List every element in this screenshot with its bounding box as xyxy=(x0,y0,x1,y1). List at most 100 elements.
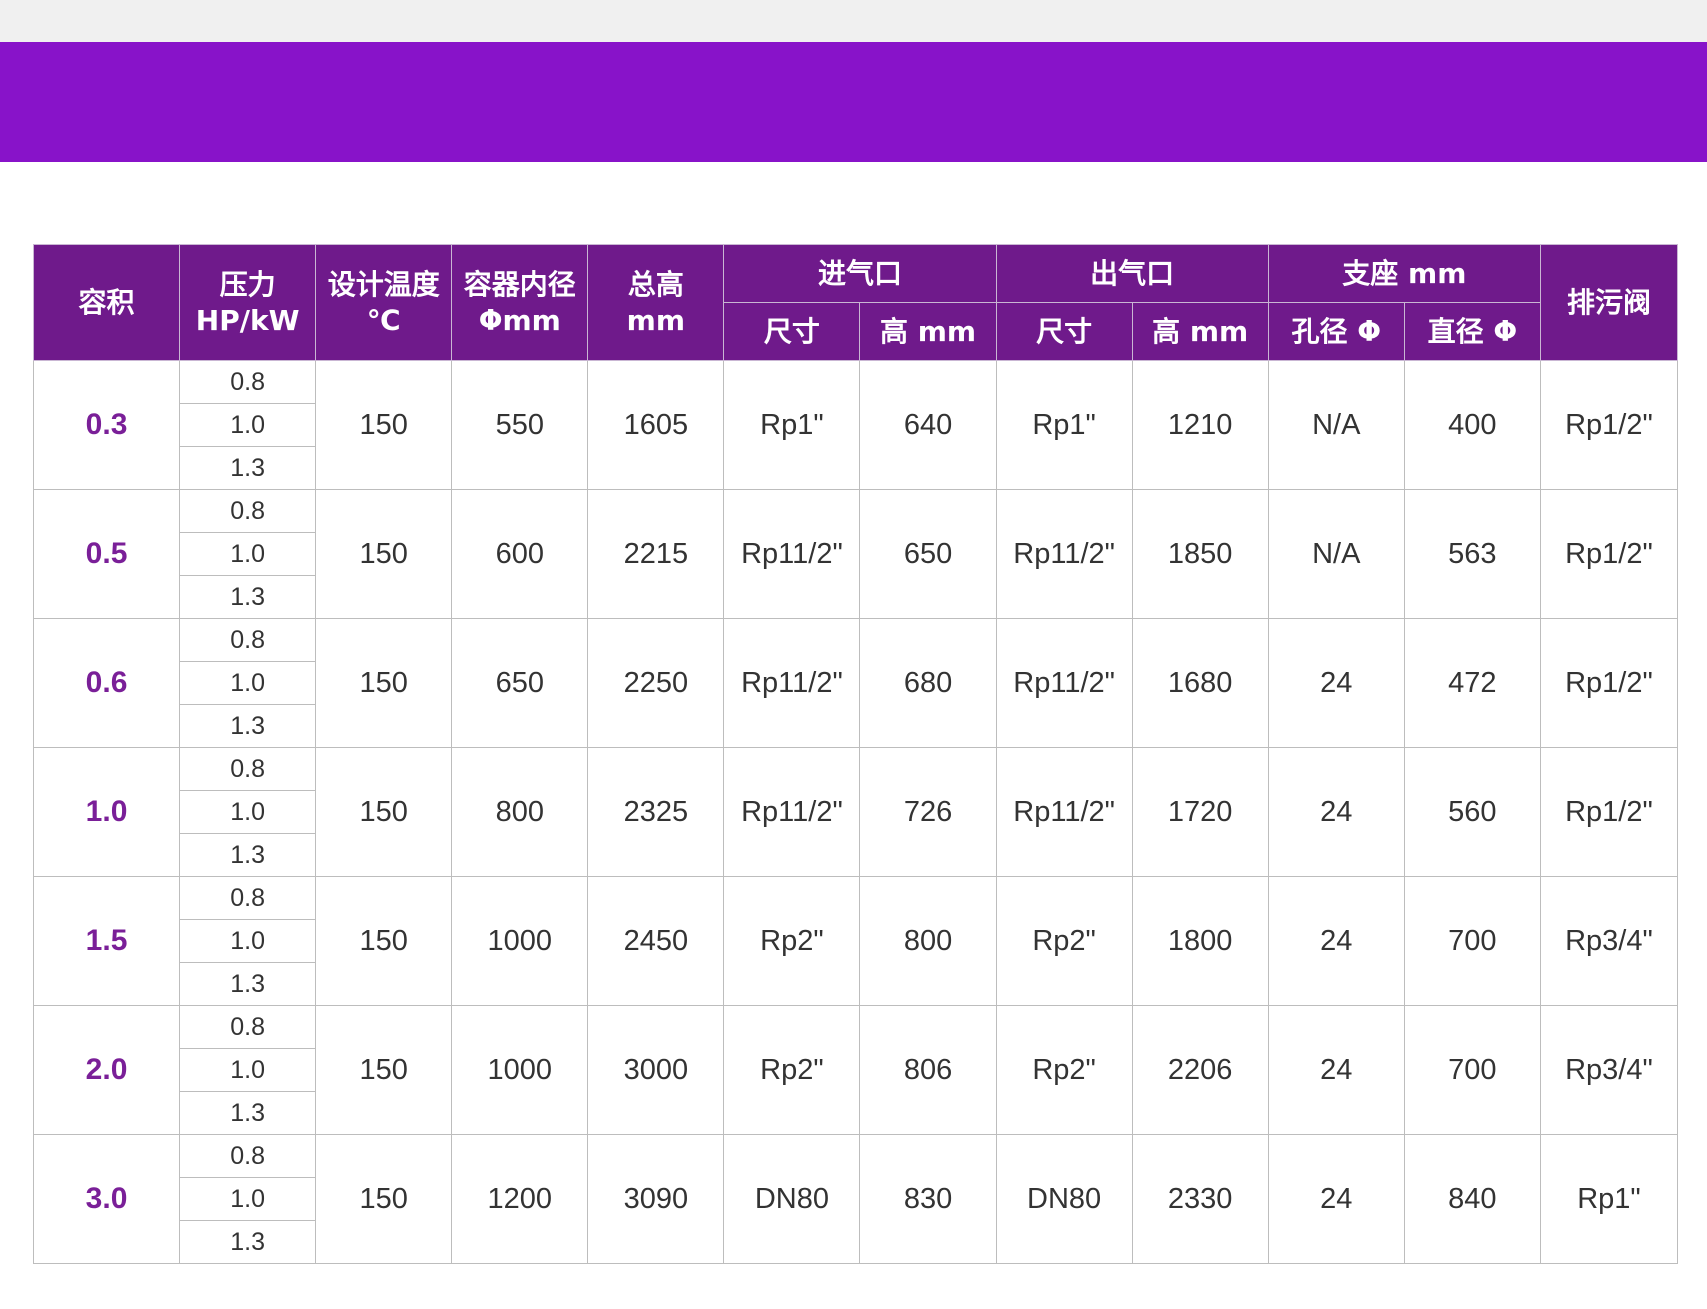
header-pressure-line2: HP/kW xyxy=(195,303,300,337)
cell-inlet-height: 830 xyxy=(859,1134,997,1264)
header-inlet-height: 高 mm xyxy=(859,302,997,361)
cell-height: 2325 xyxy=(587,747,725,877)
cell-drain: Rp1/2" xyxy=(1539,618,1679,748)
cell-inlet-size: Rp11/2" xyxy=(723,747,861,877)
cell-support-dia: 560 xyxy=(1403,747,1541,877)
cell-volume: 3.0 xyxy=(32,1134,181,1264)
cell-outlet-size: Rp2" xyxy=(995,876,1133,1006)
cell-pressure: 1.0 xyxy=(179,532,317,576)
cell-pressure: 0.8 xyxy=(179,360,317,404)
cell-pressure: 0.8 xyxy=(179,618,317,662)
cell-diameter: 1200 xyxy=(451,1134,589,1264)
cell-temp: 150 xyxy=(315,360,453,490)
cell-pressure: 1.0 xyxy=(179,790,317,834)
header-support-dia: 直径 Φ xyxy=(1403,302,1541,361)
cell-pressure: 1.3 xyxy=(179,1091,317,1135)
cell-drain: Rp1/2" xyxy=(1539,747,1679,877)
cell-outlet-height: 1720 xyxy=(1131,747,1269,877)
header-outlet-height: 高 mm xyxy=(1131,302,1269,361)
cell-support-dia: 700 xyxy=(1403,876,1541,1006)
cell-temp: 150 xyxy=(315,489,453,619)
cell-volume: 1.0 xyxy=(32,747,181,877)
cell-inlet-size: DN80 xyxy=(723,1134,861,1264)
cell-support-hole: 24 xyxy=(1267,618,1405,748)
cell-inlet-height: 680 xyxy=(859,618,997,748)
cell-support-dia: 840 xyxy=(1403,1134,1541,1264)
cell-pressure: 1.0 xyxy=(179,919,317,963)
header-outlet-size: 尺寸 xyxy=(995,302,1133,361)
table-body: 0.3 0.8 150 550 1605 Rp1" 640 Rp1" 1210 … xyxy=(32,360,1679,1264)
cell-pressure: 1.3 xyxy=(179,1220,317,1264)
cell-pressure: 1.3 xyxy=(179,704,317,748)
header-outlet: 出气口 xyxy=(995,244,1269,303)
cell-support-dia: 400 xyxy=(1403,360,1541,490)
cell-inlet-size: Rp2" xyxy=(723,1005,861,1135)
cell-support-hole: 24 xyxy=(1267,876,1405,1006)
cell-temp: 150 xyxy=(315,1005,453,1135)
cell-support-dia: 700 xyxy=(1403,1005,1541,1135)
cell-outlet-height: 1800 xyxy=(1131,876,1269,1006)
cell-diameter: 600 xyxy=(451,489,589,619)
header-temp: 设计温度 ℃ xyxy=(315,244,453,361)
table-row: 3.0 0.8 150 1200 3090 DN80 830 DN80 2330… xyxy=(32,1134,1679,1264)
cell-outlet-height: 1680 xyxy=(1131,618,1269,748)
cell-pressure: 1.0 xyxy=(179,1048,317,1092)
header-temp-line2: ℃ xyxy=(366,303,401,337)
cell-pressure: 1.3 xyxy=(179,962,317,1006)
cell-support-hole: N/A xyxy=(1267,360,1405,490)
cell-diameter: 550 xyxy=(451,360,589,490)
cell-temp: 150 xyxy=(315,876,453,1006)
cell-height: 1605 xyxy=(587,360,725,490)
cell-drain: Rp1/2" xyxy=(1539,360,1679,490)
cell-pressure: 1.3 xyxy=(179,575,317,619)
header-inlet: 进气口 xyxy=(723,244,997,303)
cell-outlet-height: 1850 xyxy=(1131,489,1269,619)
header-height-line2: mm xyxy=(626,303,686,337)
cell-pressure: 0.8 xyxy=(179,747,317,791)
table-row: 0.6 0.8 150 650 2250 Rp11/2" 680 Rp11/2"… xyxy=(32,618,1679,748)
cell-temp: 150 xyxy=(315,618,453,748)
cell-inlet-size: Rp2" xyxy=(723,876,861,1006)
cell-support-hole: 24 xyxy=(1267,747,1405,877)
cell-diameter: 1000 xyxy=(451,1005,589,1135)
cell-inlet-size: Rp1" xyxy=(723,360,861,490)
cell-height: 3000 xyxy=(587,1005,725,1135)
section-banner: 产品参数 xyxy=(0,42,1707,189)
header-support: 支座 mm xyxy=(1267,244,1541,303)
table-row: 1.0 0.8 150 800 2325 Rp11/2" 726 Rp11/2"… xyxy=(32,747,1679,877)
product-params-table: 容积 压力 HP/kW 设计温度 ℃ 容器内径 Φmm 总高 mm 进气口 出气… xyxy=(32,244,1679,1264)
header-support-hole: 孔径 Φ xyxy=(1267,302,1405,361)
cell-inlet-height: 806 xyxy=(859,1005,997,1135)
cell-drain: Rp3/4" xyxy=(1539,876,1679,1006)
cell-height: 2450 xyxy=(587,876,725,1006)
cell-volume: 0.3 xyxy=(32,360,181,490)
header-pressure-line1: 压力 xyxy=(219,267,276,301)
cell-pressure: 0.8 xyxy=(179,1005,317,1049)
cell-inlet-height: 640 xyxy=(859,360,997,490)
table-header: 容积 压力 HP/kW 设计温度 ℃ 容器内径 Φmm 总高 mm 进气口 出气… xyxy=(32,244,1679,361)
cell-inlet-size: Rp11/2" xyxy=(723,618,861,748)
cell-height: 2215 xyxy=(587,489,725,619)
cell-pressure: 1.0 xyxy=(179,403,317,447)
cell-support-hole: 24 xyxy=(1267,1134,1405,1264)
cell-support-hole: 24 xyxy=(1267,1005,1405,1135)
cell-pressure: 0.8 xyxy=(179,1134,317,1178)
cell-inlet-size: Rp11/2" xyxy=(723,489,861,619)
cell-inlet-height: 800 xyxy=(859,876,997,1006)
cell-diameter: 800 xyxy=(451,747,589,877)
cell-pressure: 0.8 xyxy=(179,876,317,920)
cell-temp: 150 xyxy=(315,1134,453,1264)
cell-outlet-height: 1210 xyxy=(1131,360,1269,490)
cell-drain: Rp1/2" xyxy=(1539,489,1679,619)
table-row: 0.5 0.8 150 600 2215 Rp11/2" 650 Rp11/2"… xyxy=(32,489,1679,619)
cell-support-dia: 472 xyxy=(1403,618,1541,748)
header-diameter-line1: 容器内径 xyxy=(463,267,576,301)
header-pressure: 压力 HP/kW xyxy=(179,244,317,361)
cell-pressure: 1.0 xyxy=(179,1177,317,1221)
cell-pressure: 1.3 xyxy=(179,833,317,877)
table-row: 1.5 0.8 150 1000 2450 Rp2" 800 Rp2" 1800… xyxy=(32,876,1679,1006)
cell-pressure: 1.3 xyxy=(179,446,317,490)
cell-outlet-height: 2206 xyxy=(1131,1005,1269,1135)
cell-volume: 2.0 xyxy=(32,1005,181,1135)
cell-inlet-height: 650 xyxy=(859,489,997,619)
